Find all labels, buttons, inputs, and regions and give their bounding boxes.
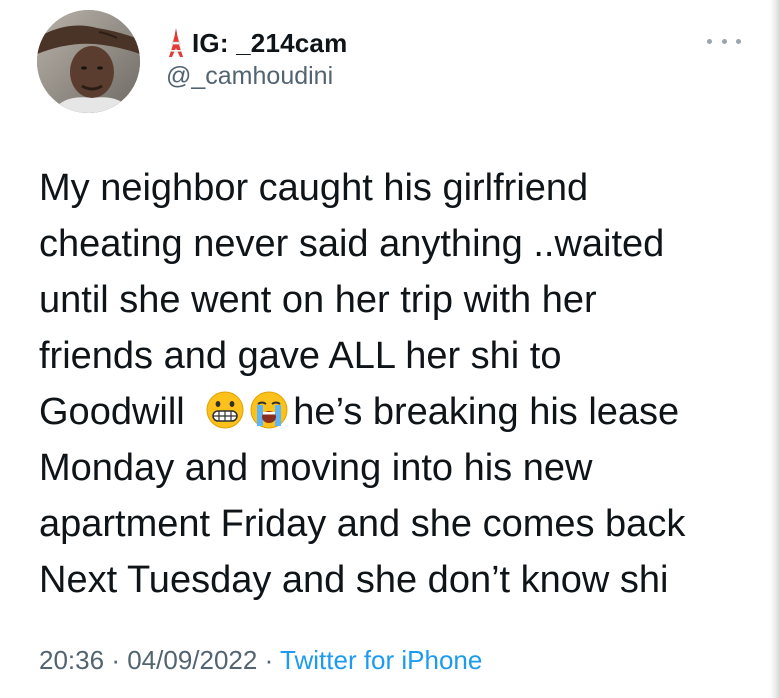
grimacing-face-emoji: [206, 391, 244, 429]
tweet-line: My neighbor caught his girlfriend: [39, 167, 589, 209]
tweet-line-with-emoji: Goodwill he’s breaking his lease: [39, 384, 759, 440]
tweet-word: Goodwill: [39, 391, 185, 433]
display-name: IG: _214cam: [192, 27, 348, 58]
tweet-source-link[interactable]: Twitter for iPhone: [280, 645, 482, 675]
page-edge-shadow: [770, 0, 780, 698]
profile-photo: [37, 10, 140, 113]
dot-icon: [736, 38, 741, 44]
tweet-meta: 20:36 · 04/09/2022 · Twitter for iPhone: [39, 645, 482, 676]
tweet-date[interactable]: 04/09/2022: [127, 645, 257, 675]
user-handle[interactable]: @_camhoudini: [166, 62, 347, 91]
tweet-line: Monday and moving into his new: [39, 447, 593, 489]
dot-icon: [707, 38, 712, 44]
loudly-crying-face-emoji: [250, 391, 288, 429]
tweet-time[interactable]: 20:36: [39, 645, 104, 675]
dot-icon: [721, 38, 727, 44]
tweet-line: cheating never said anything ..waited: [39, 223, 665, 265]
tweet-line: Next Tuesday and she don’t know shi: [39, 559, 669, 601]
tweet-line: apartment Friday and she comes back: [39, 503, 686, 545]
tweet-line: friends and gave ALL her shi to: [39, 335, 562, 377]
display-name-row[interactable]: IG: _214cam: [166, 26, 347, 60]
more-options-icon[interactable]: [707, 33, 741, 49]
tweet-text: My neighbor caught his girlfriend cheati…: [39, 160, 759, 608]
meta-separator: ·: [264, 645, 274, 675]
tweet-word: he’s breaking his lease: [293, 391, 680, 433]
avatar[interactable]: [37, 10, 140, 113]
tokyo-tower-icon: [169, 28, 183, 57]
author-info: IG: _214cam @_camhoudini: [166, 26, 347, 91]
tweet-line: until she went on her trip with her: [39, 279, 597, 321]
meta-separator: ·: [111, 645, 120, 675]
tweet-card: IG: _214cam @_camhoudini My neighbor cau…: [0, 0, 780, 698]
